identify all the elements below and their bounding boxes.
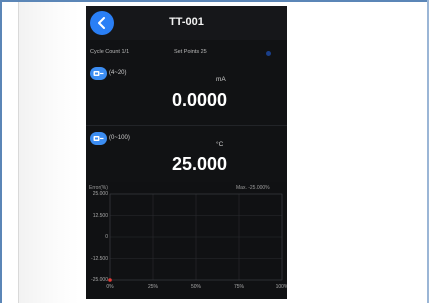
mA-output-icon[interactable] xyxy=(90,67,107,80)
signal-glyph-icon xyxy=(93,71,104,76)
channel-1-value: 0.0000 xyxy=(171,90,227,110)
channel-2-value: 25.000 xyxy=(171,154,227,174)
channel-1-range: (4~20) xyxy=(109,70,127,76)
frame-left-border xyxy=(0,0,2,303)
error-chart: Error(%) Max. -25.000% 25.000 12.500 0 -12.… xyxy=(86,182,287,299)
x-tick-label: 100% xyxy=(275,284,287,290)
y-tick-label: -12.500 xyxy=(91,255,108,262)
channel-2-unit: °C xyxy=(216,141,224,148)
section-divider xyxy=(86,125,287,126)
channel-1-unit: mA xyxy=(216,76,226,83)
page-margin xyxy=(19,2,79,303)
x-tick-label: 50% xyxy=(190,284,201,290)
y-tick-label: 0 xyxy=(105,234,108,240)
x-tick-label: 75% xyxy=(233,284,244,290)
y-tick-label: 12.500 xyxy=(92,212,108,219)
chart-plot xyxy=(108,193,283,282)
temperature-sensor-icon[interactable] xyxy=(90,132,107,145)
y-tick-label: 25.000 xyxy=(92,191,108,197)
set-points-label: Set Points 25 xyxy=(174,49,207,55)
page-title: TT-001 xyxy=(169,16,204,28)
cycle-count-label: Cycle Count 1/1 xyxy=(90,49,130,55)
channel-2-range: (0~100) xyxy=(109,135,130,141)
data-point xyxy=(108,278,112,282)
y-tick-label: -25.000 xyxy=(91,277,108,283)
status-bar: Cycle Count 1/1 Set Points 25 xyxy=(86,46,287,60)
status-indicator-icon xyxy=(266,51,271,56)
signal-glyph-icon xyxy=(93,136,104,141)
phone-screen: TT-001 Cycle Count 1/1 Set Points 25 (4~… xyxy=(86,6,287,299)
x-tick-label: 0% xyxy=(106,284,114,290)
x-tick-label: 25% xyxy=(147,284,158,290)
top-bar: TT-001 xyxy=(86,6,287,40)
